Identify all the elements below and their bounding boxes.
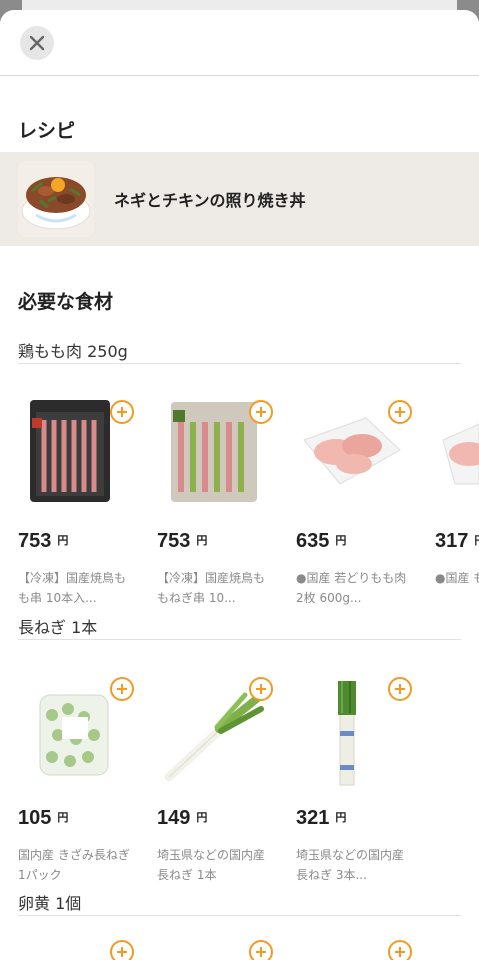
product-price: 105 円 — [18, 807, 69, 829]
product-name: 埼玉県などの国内産 長ねぎ 1本 — [157, 848, 266, 882]
recipe-section-title: レシピ — [18, 120, 76, 142]
product-card[interactable]: 105 円 国内産 きざみ長ねぎ 1パック — [18, 665, 140, 882]
add-to-cart-button[interactable] — [110, 940, 134, 960]
ingredient-label-leek: 長ねぎ 1本 — [18, 612, 461, 640]
plus-icon — [256, 684, 266, 694]
add-to-cart-button[interactable] — [249, 677, 273, 701]
add-to-cart-button[interactable] — [388, 400, 412, 424]
product-card[interactable]: 317円 ●国産 もも肉 1枚 — [435, 388, 479, 598]
recipe-thumbnail — [18, 161, 94, 237]
product-card[interactable]: 753 円 【冷凍】国産焼鳥もも串 10本入... — [18, 388, 140, 605]
product-price: 317円 — [435, 530, 479, 552]
product-price: 635 円 — [296, 530, 347, 552]
add-to-cart-button[interactable] — [388, 677, 412, 701]
plus-icon — [117, 947, 127, 957]
close-button[interactable] — [20, 26, 54, 60]
product-price: 753 円 — [157, 530, 208, 552]
ingredients-sheet: レシピ ネギとチキンの照り焼き丼 必要な食材 鶏もも肉 250g 753 円 【… — [0, 10, 479, 960]
plus-icon — [256, 947, 266, 957]
product-card[interactable]: 321 円 埼玉県などの国内産 長ねぎ 3本... — [296, 665, 418, 882]
close-icon — [29, 35, 45, 51]
ingredient-label-egg-yolk: 卵黄 1個 — [18, 888, 461, 916]
ingredient-label-chicken: 鶏もも肉 250g — [18, 336, 461, 364]
plus-icon — [117, 407, 127, 417]
plus-icon — [395, 947, 405, 957]
product-card[interactable]: 635 円 ●国産 若どりもも肉 2枚 600g... — [296, 388, 418, 605]
plus-icon — [117, 684, 127, 694]
recipe-row[interactable]: ネギとチキンの照り焼き丼 — [0, 152, 479, 246]
plus-icon — [395, 407, 405, 417]
product-name: ●国産 もも肉 1枚 — [435, 571, 479, 585]
sheet-header — [0, 10, 479, 76]
add-to-cart-button[interactable] — [249, 940, 273, 960]
product-price: 753 円 — [18, 530, 69, 552]
product-name: ●国産 若どりもも肉 2枚 600g... — [296, 571, 407, 605]
product-price: 149 円 — [157, 807, 208, 829]
product-price: 321 円 — [296, 807, 347, 829]
plus-icon — [395, 684, 405, 694]
product-name: 【冷凍】国産焼鳥もも串 10本入... — [18, 571, 127, 605]
add-to-cart-button[interactable] — [249, 400, 273, 424]
product-name: 【冷凍】国産焼鳥ももねぎ串 10... — [157, 571, 266, 605]
ingredients-section-title: 必要な食材 — [18, 291, 114, 313]
product-name: 埼玉県などの国内産 長ねぎ 3本... — [296, 848, 405, 882]
product-card[interactable]: 753 円 【冷凍】国産焼鳥ももねぎ串 10... — [157, 388, 279, 605]
product-image — [435, 388, 479, 518]
plus-icon — [256, 407, 266, 417]
add-to-cart-button[interactable] — [110, 677, 134, 701]
product-card[interactable]: 149 円 埼玉県などの国内産 長ねぎ 1本 — [157, 665, 279, 882]
add-to-cart-button[interactable] — [388, 940, 412, 960]
recipe-name: ネギとチキンの照り焼き丼 — [114, 191, 306, 210]
add-to-cart-button[interactable] — [110, 400, 134, 424]
product-name: 国内産 きざみ長ねぎ 1パック — [18, 848, 130, 882]
